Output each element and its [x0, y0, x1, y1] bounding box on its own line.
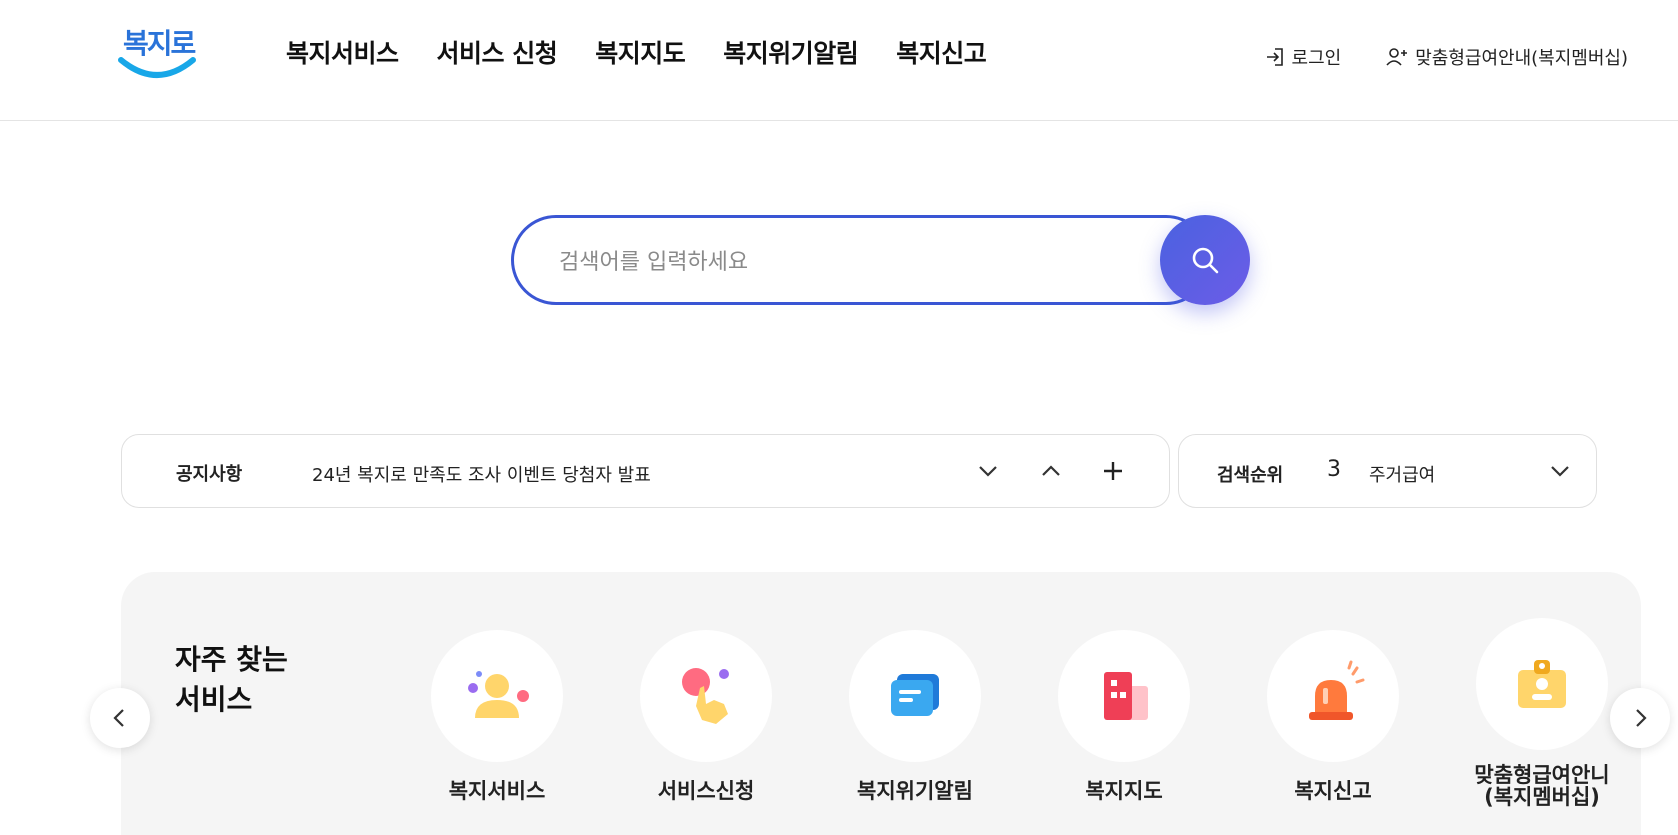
search-box: [511, 215, 1211, 305]
notice-label: 공지사항: [176, 464, 243, 485]
building-map-icon: [1104, 672, 1148, 720]
service-icon-circle: [431, 630, 563, 762]
service-welfare[interactable]: 복지서비스: [412, 630, 582, 802]
service-label: 복지지도: [1085, 779, 1163, 803]
service-label: 맞춤형급여안니: [1474, 763, 1610, 787]
search-ranking: 검색순위 3 주거급여: [1178, 434, 1597, 508]
chevron-left-icon: [113, 709, 124, 727]
membership-link[interactable]: 맞춤형급여안내(복지멤버십): [1385, 44, 1628, 70]
notice-next-button[interactable]: [972, 455, 1004, 487]
chevron-up-icon: [1042, 465, 1060, 476]
service-membership[interactable]: 맞춤형급여안니 (복지멤버십): [1457, 618, 1627, 808]
search-button[interactable]: [1160, 215, 1250, 305]
person-icon: [468, 671, 529, 718]
service-welfare-map[interactable]: 복지지도: [1039, 630, 1209, 802]
search-area: [511, 215, 1251, 305]
search-icon: [1192, 247, 1219, 274]
ranking-keyword[interactable]: 주거급여: [1369, 461, 1435, 487]
service-welfare-report[interactable]: 복지신고: [1248, 630, 1418, 802]
frequent-title-line1: 자주 찾는: [175, 643, 288, 676]
chevron-down-icon: [1551, 466, 1569, 477]
service-label: 복지신고: [1294, 779, 1372, 803]
chevron-right-icon: [1636, 709, 1647, 727]
service-icon-circle: [1267, 630, 1399, 762]
service-icon-circle: [849, 630, 981, 762]
service-label-sub: (복지멤버십): [1484, 785, 1600, 809]
service-label: 복지위기알림: [857, 779, 973, 803]
notice-bar: 공지사항 24년 복지로 만족도 조사 이벤트 당첨자 발표: [121, 434, 1170, 508]
user-add-icon: [1386, 48, 1408, 66]
ranking-expand-button[interactable]: [1544, 455, 1576, 487]
login-link[interactable]: 로그인: [1264, 44, 1342, 70]
service-icon-circle: [640, 630, 772, 762]
frequent-title: 자주 찾는 서비스: [175, 640, 288, 720]
frequent-services: 자주 찾는 서비스 복지서비스 서비스신청 복지위기알림 복지지도 복지신고 맞…: [121, 572, 1641, 835]
search-input[interactable]: [559, 244, 1119, 280]
service-icon-circle: [1058, 630, 1190, 762]
carousel-next-button[interactable]: [1610, 688, 1670, 748]
service-icon-circle: [1476, 618, 1608, 750]
service-label: 복지서비스: [448, 779, 546, 803]
nav-welfare-services[interactable]: 복지서비스: [286, 34, 399, 70]
service-apply[interactable]: 서비스신청: [621, 630, 791, 802]
site-header: 복지로 복지서비스 서비스 신청 복지지도 복지위기알림 복지신고 로그인 맞춤…: [0, 0, 1678, 121]
site-logo[interactable]: 복지로: [117, 18, 197, 88]
notice-prev-button[interactable]: [1035, 455, 1067, 487]
ranking-label: 검색순위: [1217, 465, 1284, 486]
service-label: 서비스신청: [657, 779, 755, 803]
header-actions: 로그인 맞춤형급여안내(복지멤버십): [1264, 44, 1628, 70]
logo-smile-icon: [118, 57, 196, 78]
message-icon: [891, 674, 939, 716]
id-card-icon: [1518, 660, 1566, 708]
ranking-number: 3: [1327, 457, 1341, 482]
nav-welfare-report[interactable]: 복지신고: [896, 34, 987, 70]
notice-more-button[interactable]: [1097, 455, 1129, 487]
hand-pointer-icon: [682, 668, 729, 724]
chevron-down-icon: [979, 466, 997, 477]
frequent-title-line2: 서비스: [175, 683, 253, 716]
notice-text[interactable]: 24년 복지로 만족도 조사 이벤트 당첨자 발표: [312, 461, 651, 487]
nav-service-apply[interactable]: 서비스 신청: [437, 34, 558, 70]
login-label: 로그인: [1291, 48, 1342, 69]
carousel-prev-button[interactable]: [90, 688, 150, 748]
membership-label: 맞춤형급여안내(복지멤버십): [1415, 48, 1628, 69]
siren-icon: [1309, 660, 1365, 720]
login-icon: [1266, 48, 1283, 66]
service-crisis-alert[interactable]: 복지위기알림: [830, 630, 1000, 802]
nav-welfare-map[interactable]: 복지지도: [595, 34, 686, 70]
main-nav: 복지서비스 서비스 신청 복지지도 복지위기알림 복지신고: [286, 34, 1024, 70]
nav-crisis-alert[interactable]: 복지위기알림: [723, 34, 859, 70]
plus-icon: [1104, 462, 1122, 480]
